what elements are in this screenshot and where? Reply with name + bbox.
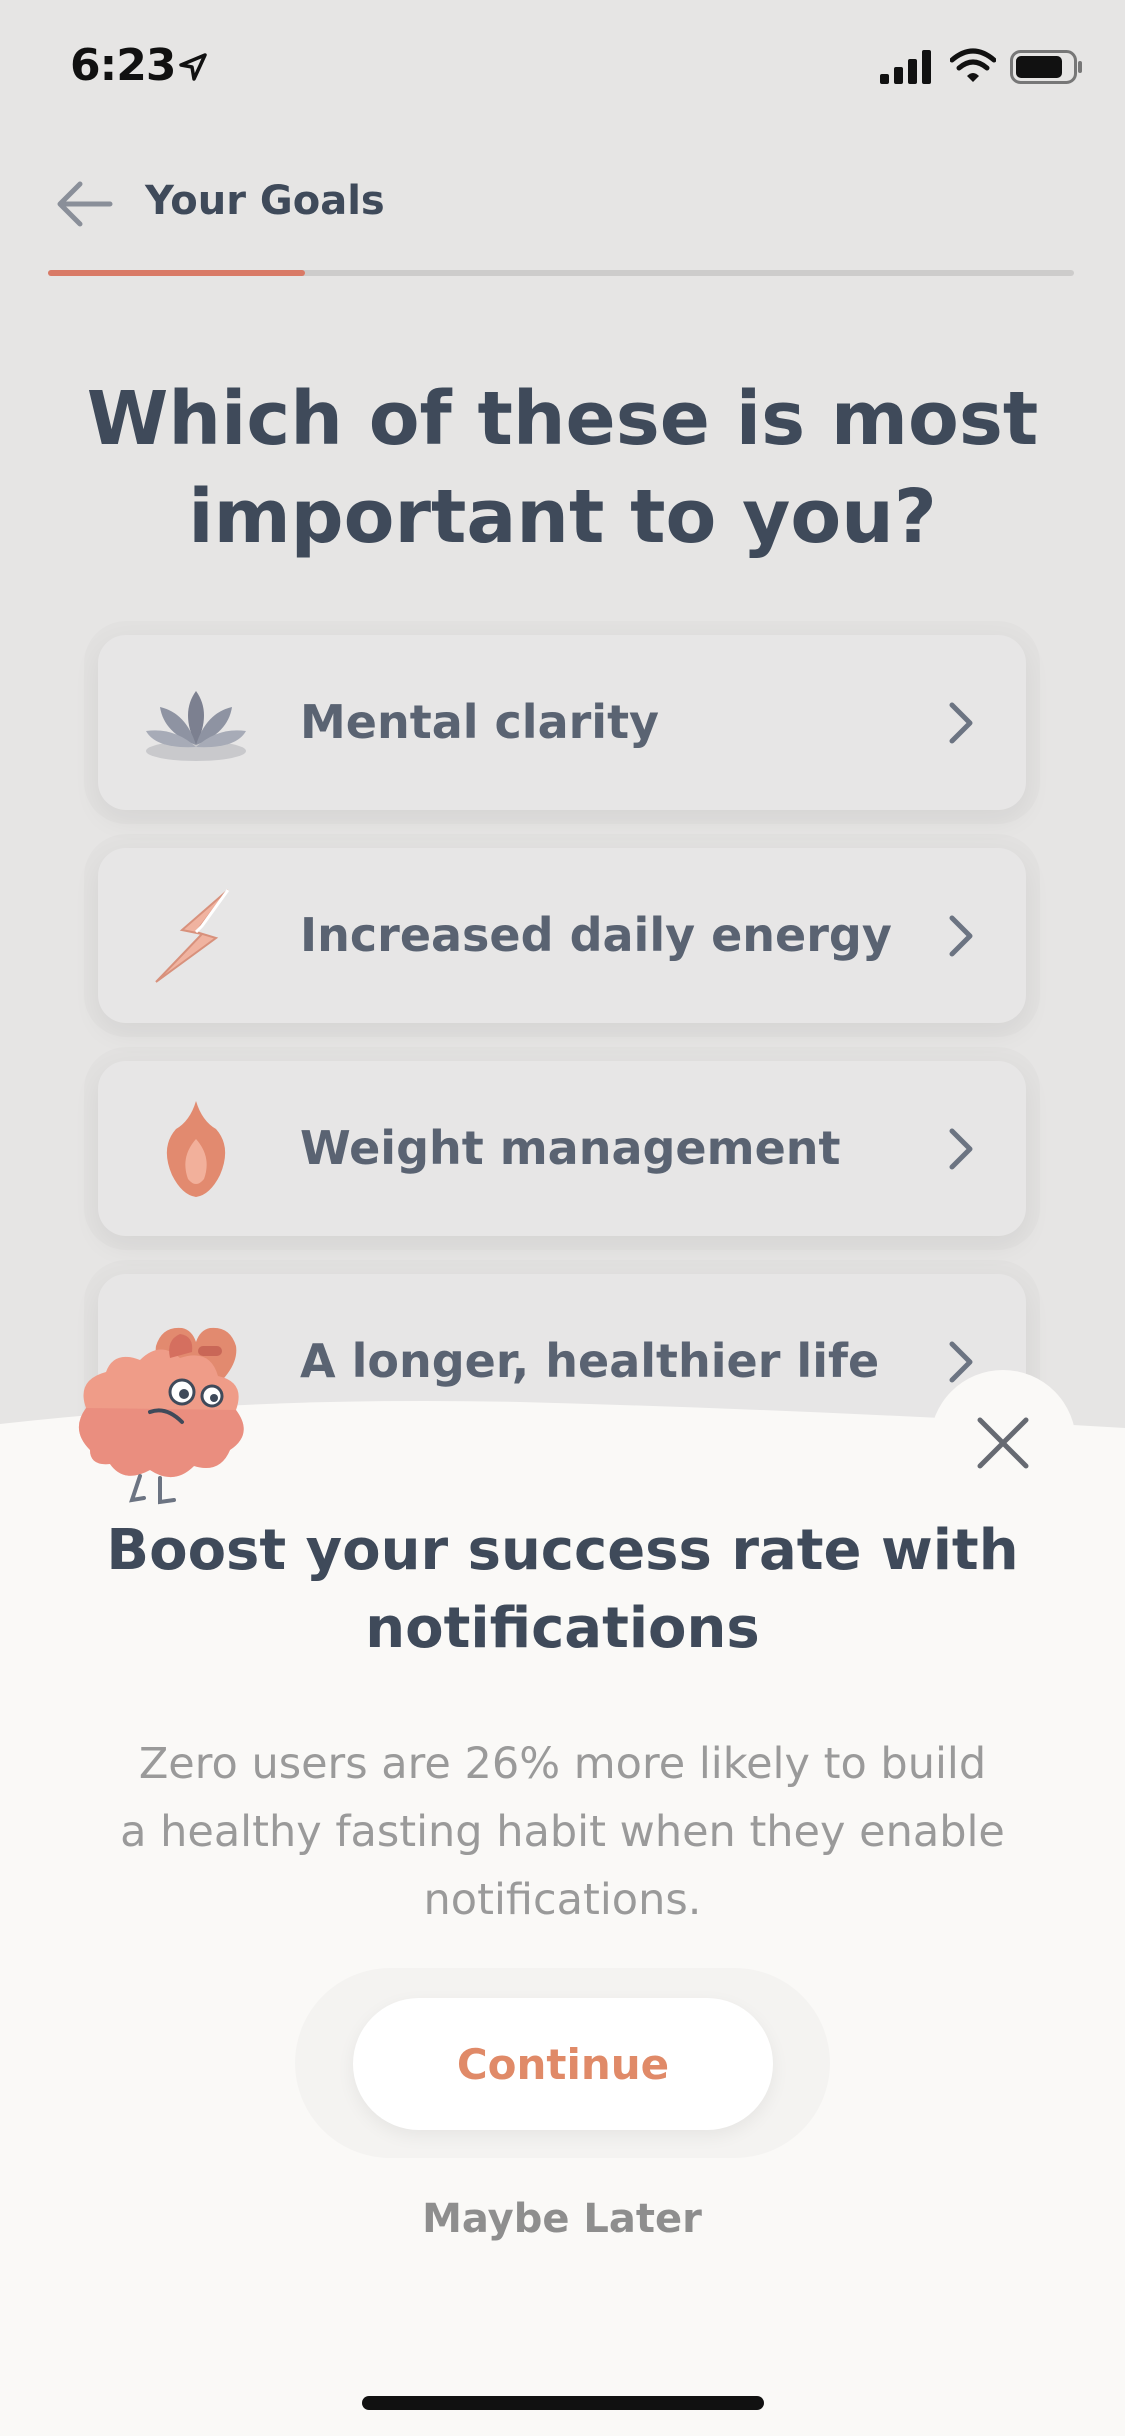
option-weight-management[interactable]: Weight management <box>98 1061 1026 1236</box>
sheet-body: Zero users are 26% more likely to build … <box>120 1739 1005 1925</box>
chevron-right-icon <box>949 915 973 957</box>
chevron-right-icon <box>949 702 973 744</box>
progress-bar <box>48 270 1074 276</box>
arrow-left-icon[interactable] <box>52 172 116 236</box>
option-label: Weight management <box>300 1121 841 1175</box>
status-bar: 6:23 <box>0 0 1125 140</box>
question-heading: Which of these is most important to you? <box>86 376 1039 560</box>
lotus-icon <box>146 691 246 761</box>
progress-fill <box>48 270 305 276</box>
sheet-title: Boost your success rate with notificatio… <box>106 1518 1019 1661</box>
home-indicator[interactable] <box>362 2396 764 2410</box>
battery-icon <box>1010 50 1082 84</box>
option-label: Mental clarity <box>300 695 660 749</box>
option-label: Increased daily energy <box>300 908 892 962</box>
signal-icon <box>880 50 931 84</box>
wifi-icon <box>950 48 996 82</box>
maybe-later-link[interactable]: Maybe Later <box>362 2196 762 2242</box>
close-icon[interactable] <box>968 1408 1038 1478</box>
option-increased-energy[interactable]: Increased daily energy <box>98 848 1026 1023</box>
flame-icon <box>166 1101 226 1197</box>
brain-mascot-icon <box>78 1334 244 1505</box>
continue-button[interactable]: Continue <box>353 1998 773 2130</box>
status-time: 6:23 <box>70 40 176 91</box>
chevron-right-icon <box>949 1128 973 1170</box>
page-title: Your Goals <box>145 178 385 224</box>
option-mental-clarity[interactable]: Mental clarity <box>98 635 1026 810</box>
lightning-icon <box>155 889 230 983</box>
location-arrow-icon <box>179 53 207 81</box>
